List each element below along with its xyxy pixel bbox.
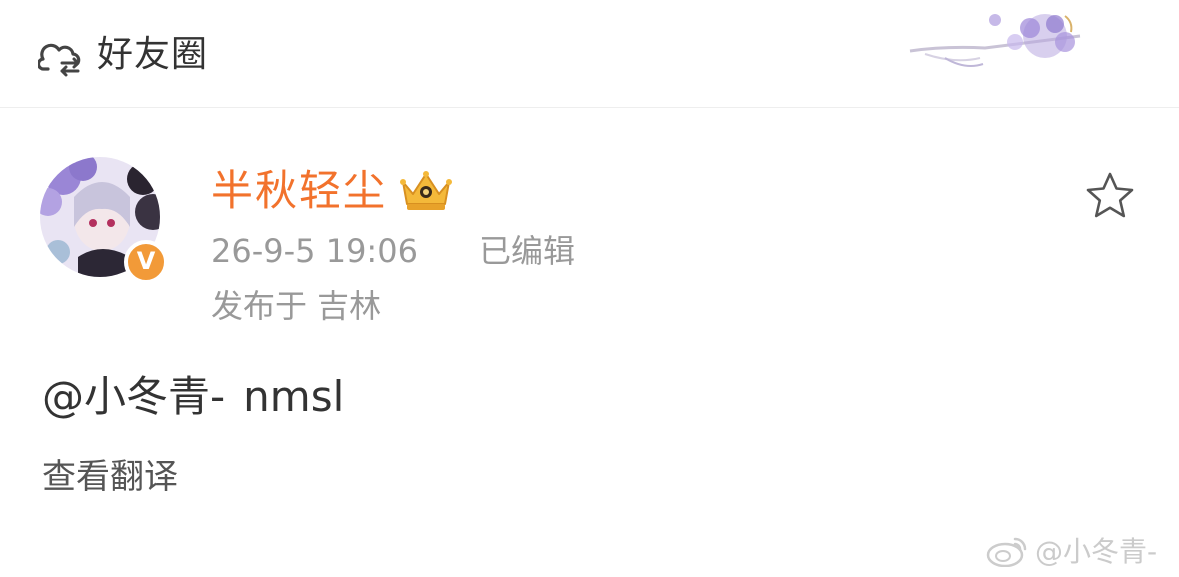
edited-label[interactable]: 已编辑 [479, 229, 575, 273]
top-bar: 好友圈 [0, 0, 1179, 108]
weibo-icon [986, 537, 1027, 567]
crown-icon [400, 171, 452, 210]
star-icon[interactable] [1084, 170, 1136, 222]
page-title: 好友圈 [97, 34, 209, 75]
verified-badge: V [124, 240, 168, 284]
watermark: @小冬青- [985, 530, 1157, 570]
translate-link[interactable]: 查看翻译 [42, 453, 178, 501]
post-timestamp: 26-9-5 19:06 [211, 232, 418, 270]
username[interactable]: 半秋轻尘 [211, 163, 387, 219]
post-text: nmsl [243, 372, 345, 421]
post-content: @小冬青-nmsl [42, 368, 344, 426]
friends-cloud-icon[interactable] [38, 33, 84, 79]
mention-link[interactable]: @小冬青- [42, 372, 225, 421]
post-page: 好友圈 V 半秋轻尘 26-9-5 19:06 已编辑 发布于 吉林 @小冬青-… [0, 0, 1179, 577]
decoration-banner-icon [909, 14, 1081, 67]
watermark-text: @小冬青- [1035, 535, 1158, 568]
post-location: 发布于 吉林 [211, 287, 382, 325]
